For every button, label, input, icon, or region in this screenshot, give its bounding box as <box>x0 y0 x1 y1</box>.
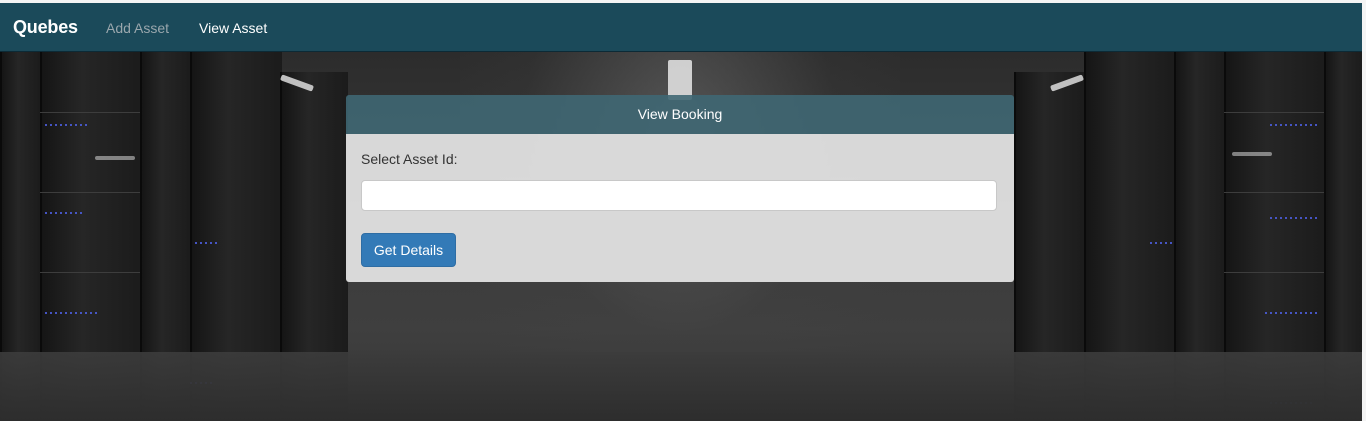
panel-body: Select Asset Id: Get Details <box>346 134 1014 282</box>
get-details-button[interactable]: Get Details <box>361 233 456 267</box>
view-booking-panel: View Booking Select Asset Id: Get Detail… <box>346 95 1014 282</box>
right-edge <box>1362 0 1366 421</box>
led-indicators <box>195 242 220 244</box>
asset-id-input[interactable] <box>361 180 997 211</box>
asset-id-label: Select Asset Id: <box>361 151 458 167</box>
ceiling-light <box>95 156 135 160</box>
page: Quebes Add Asset View Asset View Booking… <box>0 0 1366 421</box>
led-indicators <box>45 124 90 126</box>
led-indicators <box>45 212 85 214</box>
ceiling-light <box>1232 152 1272 156</box>
panel-heading: View Booking <box>346 95 1014 134</box>
led-indicators <box>1270 217 1320 219</box>
navbar: Quebes Add Asset View Asset <box>0 3 1362 52</box>
led-indicators <box>45 312 100 314</box>
nav-view-asset[interactable]: View Asset <box>199 20 267 36</box>
floor <box>0 352 1362 421</box>
led-indicators <box>1150 242 1175 244</box>
led-indicators <box>1270 124 1320 126</box>
ceiling-light <box>668 60 692 100</box>
brand-logo[interactable]: Quebes <box>13 17 78 38</box>
nav-add-asset[interactable]: Add Asset <box>106 20 169 36</box>
led-indicators <box>1265 312 1320 314</box>
